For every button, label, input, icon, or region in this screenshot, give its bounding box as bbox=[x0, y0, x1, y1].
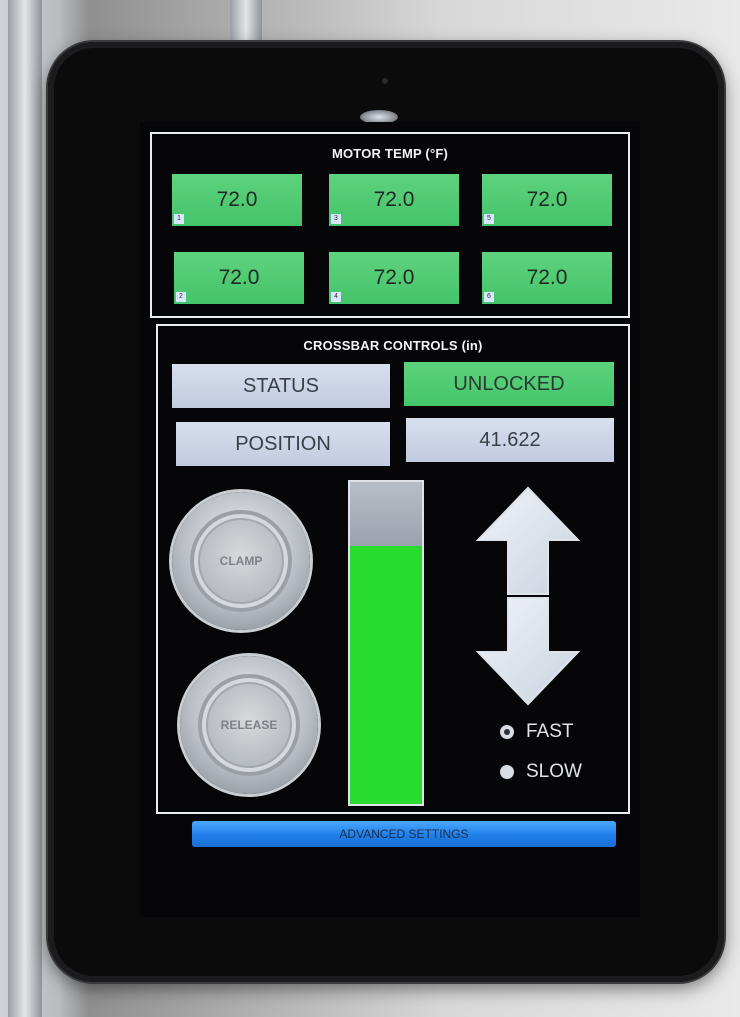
background-rail-left bbox=[8, 0, 42, 1017]
arrow-down-icon[interactable] bbox=[476, 596, 580, 706]
advanced-settings-button[interactable]: ADVANCED SETTINGS bbox=[192, 821, 616, 847]
speed-option-slow[interactable]: SLOW bbox=[500, 760, 582, 784]
status-value: UNLOCKED bbox=[404, 362, 614, 406]
motor-temp-value: 72.0 bbox=[526, 266, 568, 289]
clamp-button[interactable]: CLAMP bbox=[172, 492, 310, 630]
motor-temp-panel: MOTOR TEMP (°F) 72.0 1 72.0 3 72.0 5 72.… bbox=[150, 132, 630, 318]
motor-temp-index: 2 bbox=[176, 292, 186, 302]
motor-temp-cell-5: 72.0 5 bbox=[482, 174, 612, 226]
motor-temp-cell-1: 72.0 1 bbox=[172, 174, 302, 226]
motor-temp-value: 72.0 bbox=[526, 188, 568, 211]
motor-temp-value: 72.0 bbox=[218, 266, 260, 289]
motor-temp-index: 5 bbox=[484, 214, 494, 224]
speed-option-label: SLOW bbox=[526, 761, 582, 782]
motor-temp-cell-2: 72.0 2 bbox=[174, 252, 304, 304]
crossbar-controls-panel: CROSSBAR CONTROLS (in) STATUS UNLOCKED P… bbox=[156, 324, 630, 814]
position-bar-empty bbox=[350, 482, 422, 546]
front-camera-icon bbox=[382, 78, 388, 84]
motor-temp-cell-3: 72.0 3 bbox=[329, 174, 459, 226]
motor-temp-value: 72.0 bbox=[216, 188, 258, 211]
release-button-label: RELEASE bbox=[198, 674, 300, 776]
motor-temp-value: 72.0 bbox=[373, 188, 415, 211]
motor-temp-index: 4 bbox=[331, 292, 341, 302]
motor-temp-title: MOTOR TEMP (°F) bbox=[331, 146, 449, 161]
motor-temp-index: 6 bbox=[484, 292, 494, 302]
arrow-up-icon[interactable] bbox=[476, 486, 580, 596]
motor-temp-cell-6: 72.0 6 bbox=[482, 252, 612, 304]
release-button[interactable]: RELEASE bbox=[180, 656, 318, 794]
hmi-screen: MOTOR TEMP (°F) 72.0 1 72.0 3 72.0 5 72.… bbox=[140, 122, 640, 917]
crossbar-controls-title: CROSSBAR CONTROLS (in) bbox=[303, 338, 483, 353]
motor-temp-index: 1 bbox=[174, 214, 184, 224]
status-label: STATUS bbox=[172, 364, 390, 408]
position-value: 41.622 bbox=[406, 418, 614, 462]
position-bar-fill bbox=[350, 546, 422, 804]
speed-option-fast[interactable]: FAST bbox=[500, 720, 574, 744]
radio-unselected-icon bbox=[500, 765, 514, 779]
speed-option-label: FAST bbox=[526, 721, 574, 742]
radio-selected-icon bbox=[500, 725, 514, 739]
background-rail-top bbox=[230, 0, 262, 44]
motor-temp-cell-4: 72.0 4 bbox=[329, 252, 459, 304]
clamp-button-label: CLAMP bbox=[190, 510, 292, 612]
motor-temp-index: 3 bbox=[331, 214, 341, 224]
crossbar-position-bar bbox=[348, 480, 424, 806]
position-label: POSITION bbox=[176, 422, 390, 466]
motor-temp-value: 72.0 bbox=[373, 266, 415, 289]
